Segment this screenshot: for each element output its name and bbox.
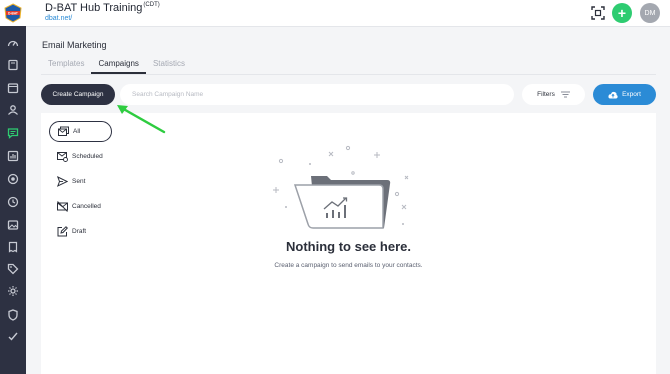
calendar-icon xyxy=(7,83,19,94)
sidebar-item-image[interactable] xyxy=(3,215,23,235)
tab-campaigns[interactable]: Campaigns xyxy=(91,57,146,74)
page-title: Email Marketing xyxy=(42,40,107,50)
filter-all[interactable]: All xyxy=(49,121,112,142)
sidebar-item-tags[interactable] xyxy=(3,259,23,279)
empty-state-title: Nothing to see here. xyxy=(286,239,411,254)
timezone-label: (CDT) xyxy=(143,2,160,8)
add-glyph: + xyxy=(617,5,627,21)
sidebar-item-clock[interactable] xyxy=(3,192,23,212)
sidebar-item-messages[interactable] xyxy=(3,123,23,143)
reports-icon xyxy=(7,150,19,162)
cloud-upload-icon xyxy=(608,91,618,98)
logo-text: D-BAT xyxy=(8,11,18,15)
sidebar-item-reports[interactable] xyxy=(3,146,23,166)
tab-statistics[interactable]: Statistics xyxy=(146,57,192,74)
top-bar: D-BAT Hub Training(CDT) dbat.net/ + DM xyxy=(26,0,670,27)
empty-folder-illustration xyxy=(273,145,409,229)
filter-cancelled[interactable]: Cancelled xyxy=(49,196,111,217)
filter-lines-icon xyxy=(560,91,570,98)
sidebar-item-target[interactable] xyxy=(3,169,23,189)
annotation-arrow xyxy=(117,105,166,134)
filter-draft-label: Draft xyxy=(72,228,87,235)
shield-icon xyxy=(8,309,18,321)
sidebar-item-shield[interactable] xyxy=(3,305,23,325)
clock-icon xyxy=(7,196,19,208)
qr-scan-icon[interactable] xyxy=(591,6,605,20)
app-link[interactable]: dbat.net/ xyxy=(45,15,72,22)
tab-bar: Templates Campaigns Statistics xyxy=(41,57,192,75)
filters-button[interactable]: Filters xyxy=(522,84,585,105)
sidebar-item-users[interactable] xyxy=(3,100,23,120)
app-title-text: D-BAT Hub Training xyxy=(45,2,143,14)
all-mail-icon xyxy=(58,126,69,136)
app-title: D-BAT Hub Training(CDT) xyxy=(45,2,160,14)
users-icon xyxy=(8,105,18,115)
book-icon xyxy=(8,59,18,71)
status-filter-list: All Scheduled Sent Cancelled Draft xyxy=(49,121,112,246)
target-icon xyxy=(7,173,19,185)
image-icon xyxy=(7,220,19,230)
message-icon xyxy=(7,128,19,139)
sidebar-item-check-edit[interactable] xyxy=(3,326,23,346)
dbat-logo[interactable]: D-BAT xyxy=(0,0,26,26)
export-label: Export xyxy=(622,91,641,98)
filter-scheduled[interactable]: Scheduled xyxy=(49,146,111,167)
dashboard-icon xyxy=(7,40,19,47)
empty-state-subtitle: Create a campaign to send emails to your… xyxy=(274,262,423,269)
sidebar-item-calendar[interactable] xyxy=(3,78,23,98)
cancelled-mail-icon xyxy=(57,201,68,212)
add-button[interactable]: + xyxy=(612,3,632,23)
filters-label: Filters xyxy=(537,91,555,98)
scheduled-mail-icon xyxy=(57,152,68,162)
tabs-divider xyxy=(41,74,656,75)
create-campaign-button[interactable]: Create Campaign xyxy=(41,84,115,105)
send-icon xyxy=(57,176,68,187)
filter-cancelled-label: Cancelled xyxy=(72,203,101,210)
settings-icon xyxy=(8,286,18,296)
filter-scheduled-label: Scheduled xyxy=(72,153,103,160)
filter-all-label: All xyxy=(73,128,81,135)
dbat-logo-icon: D-BAT xyxy=(4,3,22,23)
tab-templates[interactable]: Templates xyxy=(41,57,91,74)
sidebar-item-book[interactable] xyxy=(3,55,23,75)
sidebar-item-settings[interactable] xyxy=(3,281,23,301)
sidebar: D-BAT xyxy=(0,0,26,374)
sidebar-item-dashboard[interactable] xyxy=(3,33,23,53)
avatar[interactable]: DM xyxy=(640,3,660,23)
export-button[interactable]: Export xyxy=(593,84,656,105)
tag-icon xyxy=(7,263,19,275)
filter-sent[interactable]: Sent xyxy=(49,171,111,192)
check-edit-icon xyxy=(8,332,18,341)
receipt-icon xyxy=(8,241,18,253)
edit-icon xyxy=(57,226,68,237)
filter-sent-label: Sent xyxy=(72,178,86,185)
sidebar-item-receipt[interactable] xyxy=(3,237,23,257)
campaigns-panel: All Scheduled Sent Cancelled Draft Nothi… xyxy=(41,113,656,374)
search-campaign-input[interactable] xyxy=(120,84,514,105)
